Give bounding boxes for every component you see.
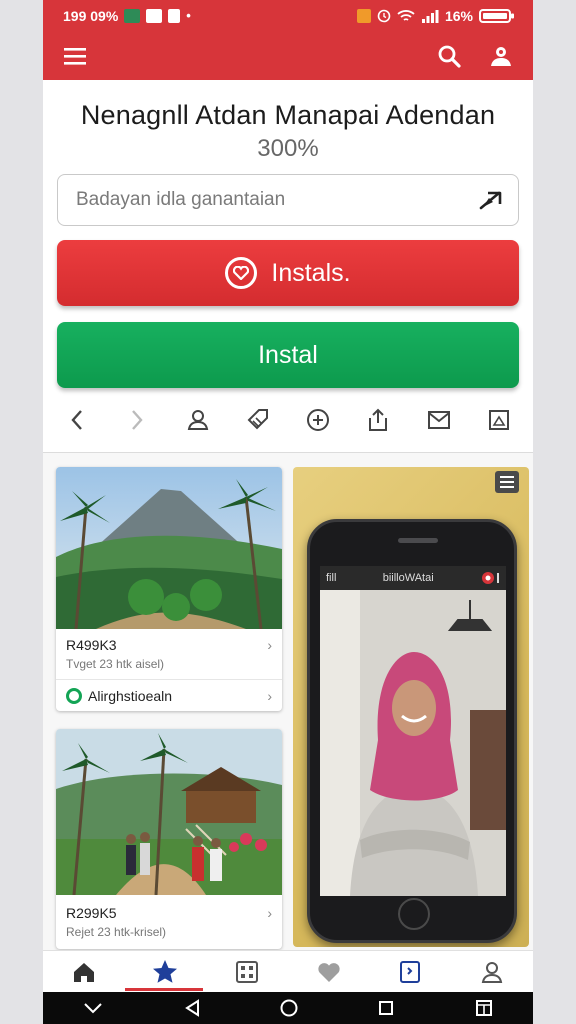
person-icon[interactable]: [184, 406, 212, 434]
mail-icon[interactable]: [425, 406, 453, 434]
village-tourists-image: [56, 729, 282, 895]
account-icon[interactable]: [487, 42, 515, 70]
image-icon[interactable]: [485, 406, 513, 434]
card-title: R299K5: [66, 905, 117, 921]
battery-icon: [479, 9, 514, 23]
send-arrow-icon[interactable]: [478, 189, 504, 211]
active-tab-indicator: [125, 988, 203, 991]
collapse-icon[interactable]: [83, 1001, 103, 1015]
alarm-app-icon: [356, 9, 371, 23]
install-primary-label: Instals.: [271, 258, 351, 287]
install-primary-button[interactable]: Instals.: [57, 240, 519, 306]
tag-icon[interactable]: [244, 406, 272, 434]
menu-icon[interactable]: [495, 471, 519, 493]
mockup-app-logo-icon: [482, 572, 499, 584]
clock-icon: [377, 9, 391, 23]
card-location-row[interactable]: Alirghstioealn ›: [56, 688, 282, 704]
listing-card[interactable]: R299K5 › Rejet 23 htk-krisel): [56, 729, 282, 949]
mockup-app-title: biilloWAtai: [382, 572, 434, 584]
notification-settings-icon: [146, 9, 163, 23]
signal-icon: [421, 10, 439, 23]
install-secondary-label: Instal: [258, 340, 318, 369]
share-icon[interactable]: [364, 406, 392, 434]
home-button-icon[interactable]: [280, 999, 298, 1017]
card-title-row: R299K5 ›: [56, 905, 282, 921]
chevron-right-icon[interactable]: ›: [267, 637, 272, 653]
mockup-status: fill: [326, 572, 337, 584]
phone-mockup-screen: fill biilloWAtai: [320, 566, 506, 896]
mockup-app-bar: fill biilloWAtai: [320, 566, 506, 590]
search-icon[interactable]: [435, 42, 463, 70]
recents-icon[interactable]: [378, 1000, 394, 1016]
notification-dot-icon: •: [186, 8, 191, 23]
phone-speaker: [398, 538, 438, 543]
action-toolbar: [57, 404, 519, 436]
card-title-row: R499K3 ›: [56, 637, 282, 653]
woman-in-hijab-photo: [320, 590, 506, 896]
progress-percent: 300%: [257, 135, 319, 162]
location-status-icon: [66, 688, 82, 704]
system-navigation-bar: [43, 992, 533, 1024]
search-placeholder: Badayan idla ganantaian: [76, 189, 286, 210]
app-bar: [43, 32, 533, 80]
page-title: Nenagnll Atdan Manapai Adendan: [80, 100, 496, 130]
hamburger-icon[interactable]: [61, 42, 89, 70]
card-subtitle: Tvget 23 htk aisel): [66, 657, 165, 671]
chevron-right-icon[interactable]: ›: [267, 688, 272, 704]
notification-message-icon: [168, 9, 181, 23]
screenshot-icon[interactable]: [475, 999, 493, 1017]
status-bar: 199 09% • 16%: [43, 0, 533, 32]
bottom-navigation: [43, 950, 533, 992]
content-grid: R499K3 › Tvget 23 htk aisel) Alirghstioe…: [43, 453, 533, 949]
status-time: 199 09%: [63, 8, 119, 24]
card-title: R499K3: [66, 637, 117, 653]
battery-percent: 16%: [444, 8, 473, 24]
search-field[interactable]: Badayan idla ganantaian: [57, 174, 519, 226]
chevron-right-icon[interactable]: ›: [267, 905, 272, 921]
volcano-landscape-image: [56, 467, 282, 629]
star-icon[interactable]: [151, 958, 179, 986]
listing-card[interactable]: R499K3 › Tvget 23 htk aisel) Alirghstioe…: [56, 467, 282, 711]
phone-screen: 199 09% • 16% Nenagnll Atdan Manapai Ade…: [43, 0, 533, 1024]
promo-banner[interactable]: fill biilloWAtai: [293, 467, 529, 947]
phone-mockup: fill biilloWAtai: [307, 519, 517, 943]
notification-app-icon: [124, 9, 141, 23]
chevron-left-icon[interactable]: [63, 406, 91, 434]
back-icon[interactable]: [184, 999, 200, 1017]
profile-icon[interactable]: [478, 958, 506, 986]
phone-home-button: [398, 898, 430, 930]
grid-icon[interactable]: [233, 958, 261, 986]
chevron-right-icon[interactable]: [123, 406, 151, 434]
hero-section: Nenagnll Atdan Manapai Adendan 300% Bada…: [43, 80, 533, 453]
heart-icon: [225, 257, 258, 289]
card-subtitle: Rejet 23 htk-krisel): [66, 925, 167, 939]
install-secondary-button[interactable]: Instal: [57, 322, 519, 388]
wifi-icon: [397, 10, 415, 21]
bookmark-icon[interactable]: [396, 958, 424, 986]
home-icon[interactable]: [70, 958, 98, 986]
card-location: Alirghstioealn: [88, 688, 173, 704]
add-circle-icon[interactable]: [304, 406, 332, 434]
heart-icon[interactable]: [315, 958, 343, 986]
